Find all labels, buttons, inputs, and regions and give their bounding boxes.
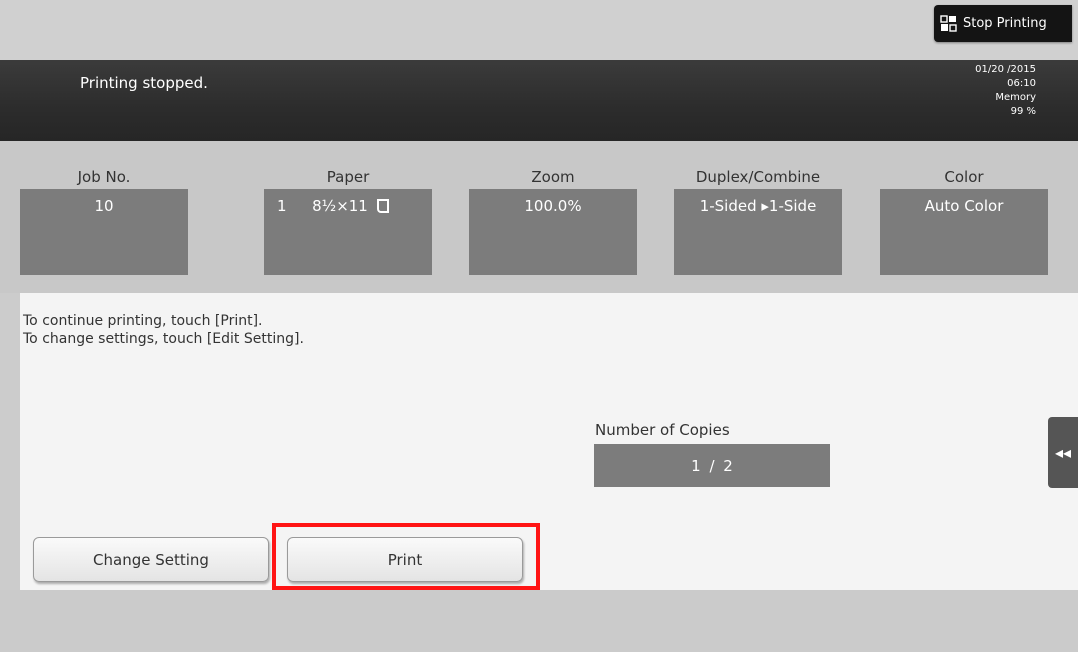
status-date: 01/20 /2015 [975,64,1036,75]
main-panel: To continue printing, touch [Print]. To … [20,293,1078,590]
zoom-label: Zoom [531,168,575,186]
instruction-line: To change settings, touch [Edit Setting]… [23,331,304,347]
bottom-bar [0,590,1078,652]
job-info-panel: Job No. 10 Paper 1 8½×11 Zoom 100.0% Dup… [0,141,1078,293]
status-bar: Printing stopped. 01/20 /2015 06:10 Memo… [0,60,1078,141]
instruction-line: To continue printing, touch [Print]. [23,313,263,329]
status-time: 06:10 [1007,78,1036,89]
paper-tray: 1 [277,197,287,215]
copies-value: 1 / 2 [594,444,830,487]
paper-label: Paper [326,168,370,186]
memory-value: 99 % [1010,106,1036,117]
paper-orientation-icon [376,199,389,213]
paper-value: 1 8½×11 [264,189,432,275]
color-label: Color [944,168,984,186]
duplex-value: 1-Sided ▸1-Side [674,189,842,275]
job-no-label: Job No. [77,168,131,186]
stop-printing-label: Stop Printing [963,16,1047,31]
duplex-label: Duplex/Combine [695,168,821,186]
top-bar: Stop Printing [0,0,1078,60]
memory-label: Memory [995,92,1036,103]
job-no-value: 10 [20,189,188,275]
paper-size: 8½×11 [312,197,368,215]
change-setting-button[interactable]: Change Setting [33,537,269,582]
copies-label: Number of Copies [595,421,730,439]
status-message: Printing stopped. [80,74,208,92]
stop-printing-icon [940,15,957,32]
print-button-highlight [272,523,540,590]
stop-printing-button[interactable]: Stop Printing [934,5,1072,42]
zoom-value: 100.0% [469,189,637,275]
status-info: 01/20 /2015 06:10 Memory 99 % [975,63,1036,119]
color-value: Auto Color [880,189,1048,275]
side-panel-toggle[interactable]: ◂◂ [1048,417,1078,488]
double-arrow-left-icon: ◂◂ [1054,443,1072,462]
instruction-message: To continue printing, touch [Print]. To … [23,312,304,348]
